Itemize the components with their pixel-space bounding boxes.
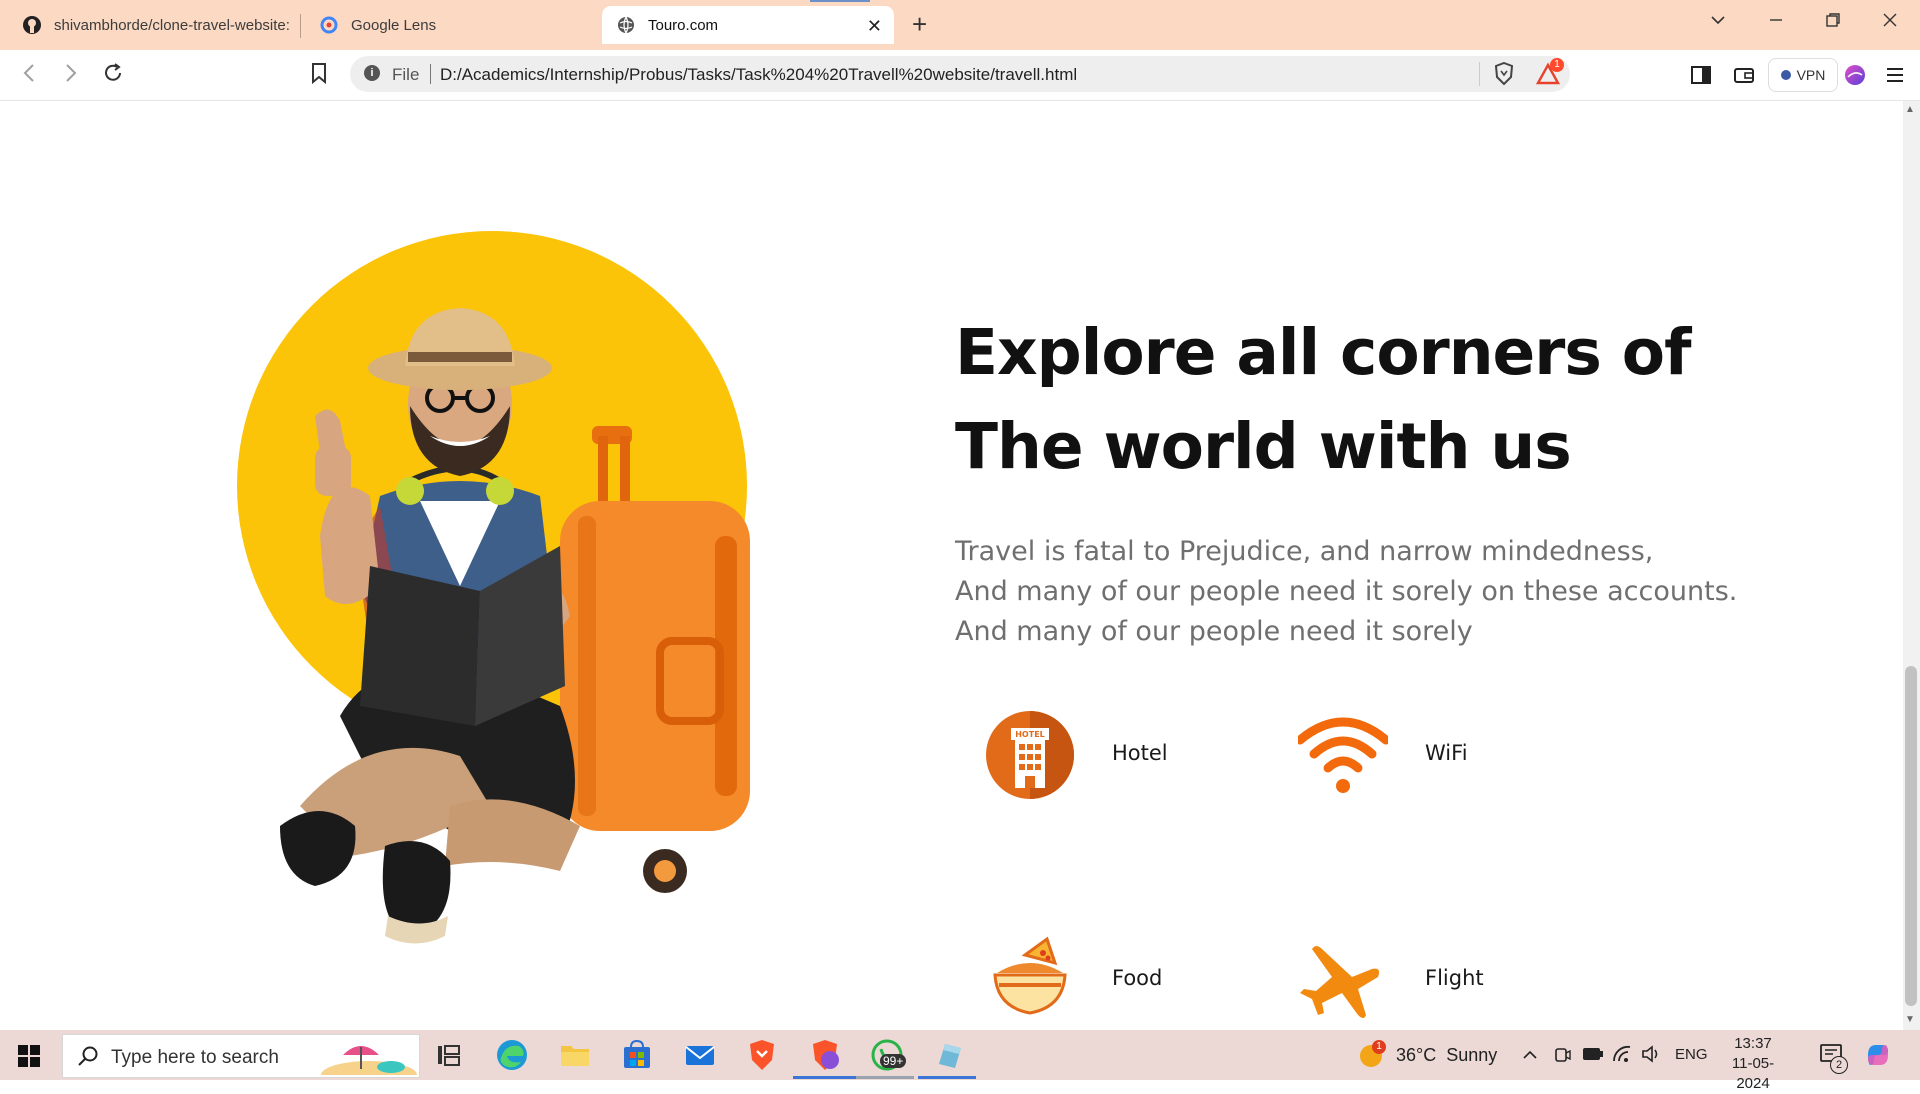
edge-browser-icon[interactable]: [495, 1038, 529, 1072]
tab-search-dropdown-icon[interactable]: [1710, 12, 1726, 33]
task-view-icon[interactable]: [432, 1038, 466, 1072]
hero-headline: Explore all corners of The world with us: [955, 306, 1691, 494]
brave-leo-icon[interactable]: [1844, 64, 1866, 86]
scheme-label: File: [392, 65, 420, 84]
vpn-button[interactable]: VPN: [1768, 58, 1838, 92]
tagline-line-3: And many of our people need it sorely: [955, 616, 1473, 647]
headline-line-2: The world with us: [955, 410, 1572, 483]
vpn-status-icon: [1780, 70, 1791, 80]
taskbar-search-box[interactable]: Type here to search: [62, 1034, 420, 1078]
back-icon[interactable]: [20, 62, 38, 90]
hero-tagline: Travel is fatal to Prejudice, and narrow…: [955, 532, 1737, 652]
reload-icon[interactable]: [102, 62, 124, 90]
bookmark-icon[interactable]: [310, 62, 328, 90]
tab-touro[interactable]: Touro.com ✕: [602, 6, 894, 44]
browser-toolbar: i File D:/Academics/Internship/Probus/Ta…: [0, 50, 1920, 101]
battery-icon[interactable]: [1582, 1047, 1604, 1061]
github-icon: [22, 15, 42, 35]
feature-label-wifi: WiFi: [1425, 741, 1468, 765]
traveler-illustration: [280, 308, 750, 944]
address-bar[interactable]: i File D:/Academics/Internship/Probus/Ta…: [350, 56, 1570, 92]
hotel-icon: HOTEL: [986, 711, 1074, 799]
wifi-icon: [1298, 717, 1388, 793]
notification-count: 2: [1830, 1056, 1848, 1074]
url-text[interactable]: D:/Academics/Internship/Probus/Tasks/Tas…: [440, 65, 1077, 85]
active-tab-indicator: [810, 0, 870, 2]
windows-taskbar: Type here to search 99+ 1 36°C Sunny ENG…: [0, 1030, 1920, 1092]
open-app-indicator: [918, 1076, 976, 1079]
vpn-label: VPN: [1796, 67, 1826, 83]
scroll-up-icon[interactable]: ▲: [1905, 104, 1915, 115]
windows-start-icon[interactable]: [18, 1045, 40, 1067]
address-separator: [430, 64, 431, 84]
tab-title: Google Lens: [351, 16, 437, 34]
notepad-icon[interactable]: [933, 1038, 967, 1072]
flight-icon: [1300, 946, 1380, 1018]
tab-strip: shivambhorde/clone-travel-website: Googl…: [0, 0, 1920, 50]
clock-date: 11-05-2024: [1731, 1055, 1775, 1092]
tray-overflow-chevron-icon[interactable]: [1522, 1047, 1538, 1063]
site-info-icon[interactable]: i: [364, 65, 380, 81]
scrollbar-thumb[interactable]: [1905, 666, 1917, 1006]
headline-line-1: Explore all corners of: [955, 316, 1691, 389]
clock[interactable]: 13:37 11-05-2024: [1718, 1034, 1788, 1094]
mail-icon[interactable]: [683, 1038, 717, 1072]
meet-now-icon[interactable]: [1553, 1045, 1571, 1065]
whatsapp-badge: 99+: [880, 1054, 907, 1068]
clock-time: 13:37: [1734, 1035, 1772, 1052]
volume-icon[interactable]: [1641, 1045, 1661, 1063]
active-app-indicator: [793, 1076, 857, 1079]
wifi-status-icon[interactable]: [1612, 1045, 1632, 1063]
google-lens-icon: [319, 15, 339, 35]
tab-github[interactable]: shivambhorde/clone-travel-website:: [8, 6, 298, 44]
feature-label-food: Food: [1112, 966, 1163, 990]
search-icon: [78, 1046, 98, 1066]
weather-badge: 1: [1372, 1040, 1386, 1054]
language-indicator[interactable]: ENG: [1675, 1046, 1708, 1063]
feature-label-hotel: Hotel: [1112, 741, 1168, 765]
menu-icon[interactable]: [1884, 64, 1906, 86]
search-highlight-beach-icon: [321, 1046, 417, 1075]
address-divider: [1479, 62, 1480, 86]
globe-icon: [616, 15, 636, 35]
wallet-icon[interactable]: [1733, 64, 1755, 86]
copilot-icon[interactable]: [1864, 1041, 1892, 1069]
file-explorer-icon[interactable]: [558, 1038, 592, 1072]
restore-icon[interactable]: [1825, 12, 1841, 33]
open-app-indicator: [856, 1076, 914, 1079]
tab-title: shivambhorde/clone-travel-website:: [54, 16, 290, 34]
feature-label-flight: Flight: [1425, 966, 1484, 990]
tagline-line-1: Travel is fatal to Prejudice, and narrow…: [955, 536, 1654, 567]
hotel-sign-text: HOTEL: [1015, 730, 1045, 739]
minimize-icon[interactable]: [1768, 12, 1784, 33]
close-window-icon[interactable]: [1882, 12, 1898, 33]
search-placeholder: Type here to search: [111, 1047, 279, 1068]
sidebar-icon[interactable]: [1690, 64, 1712, 86]
tab-separator: [300, 14, 301, 38]
page-content: Explore all corners of The world with us…: [0, 101, 1903, 1030]
new-tab-button[interactable]: +: [912, 10, 927, 38]
close-tab-icon[interactable]: ✕: [867, 16, 882, 37]
weather-text[interactable]: 36°C Sunny: [1396, 1045, 1497, 1066]
brave-window-active-icon[interactable]: [808, 1038, 842, 1072]
scroll-down-icon[interactable]: ▼: [1905, 1014, 1915, 1025]
food-icon: [993, 936, 1067, 1015]
microsoft-store-icon[interactable]: [620, 1038, 654, 1072]
tagline-line-2: And many of our people need it sorely on…: [955, 576, 1738, 607]
brave-browser-icon[interactable]: [745, 1038, 779, 1072]
tab-title: Touro.com: [648, 16, 719, 34]
tab-google-lens[interactable]: Google Lens: [305, 6, 595, 44]
forward-icon[interactable]: [62, 62, 80, 90]
brave-shields-icon[interactable]: [1494, 61, 1514, 86]
rewards-badge: 1: [1550, 58, 1564, 72]
